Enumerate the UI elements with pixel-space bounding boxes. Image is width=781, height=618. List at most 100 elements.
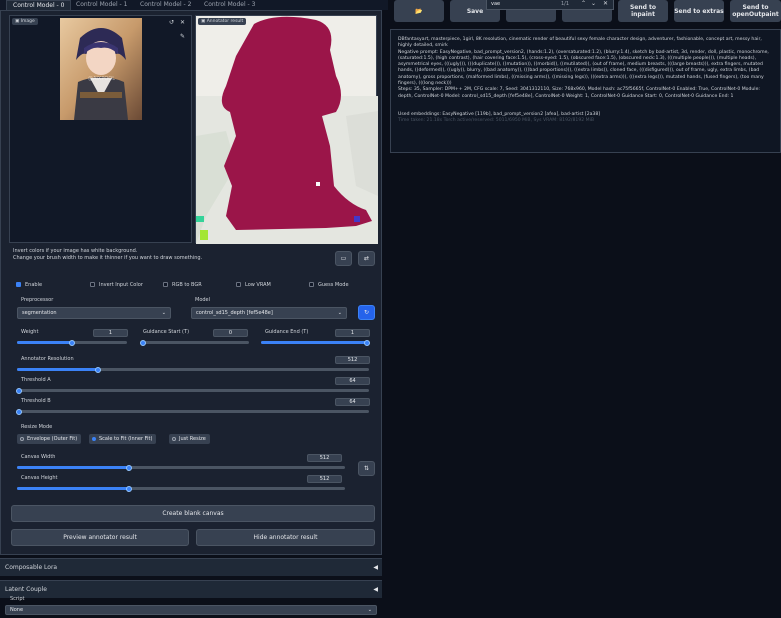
slider-handle[interactable]: [364, 339, 370, 346]
weight-input[interactable]: 1: [93, 329, 128, 337]
invert-input-label: Invert Input Color: [99, 282, 143, 288]
chevron-up-icon[interactable]: ⌃: [581, 0, 586, 7]
camera-icon[interactable]: ▭: [335, 251, 352, 266]
chevron-down-icon: ⌄: [367, 607, 372, 613]
annotator-resolution-slider[interactable]: [17, 366, 369, 373]
composable-lora-accordion[interactable]: Composable Lora ◀: [0, 558, 382, 576]
threshold-a-input[interactable]: 64: [335, 377, 370, 385]
send-to-inpaint-button[interactable]: Send to inpaint: [618, 0, 668, 22]
guidance-end-slider[interactable]: [261, 339, 370, 346]
weight-slider[interactable]: [17, 339, 127, 346]
preview-annotator-button[interactable]: Preview annotator result: [11, 529, 189, 546]
threshold-b-slider[interactable]: [16, 408, 369, 415]
guess-mode-label: Guess Mode: [318, 282, 349, 288]
refresh-models-button[interactable]: ↻: [358, 305, 375, 320]
slider-fill: [261, 341, 369, 344]
invert-input-checkbox[interactable]: [90, 282, 95, 287]
slider-handle[interactable]: [69, 339, 75, 346]
slider-fill: [17, 341, 72, 344]
create-blank-canvas-button[interactable]: Create blank canvas: [11, 505, 375, 522]
guess-mode-checkbox[interactable]: [309, 282, 314, 287]
rgb-to-bgr-label: RGB to BGR: [172, 282, 202, 288]
rgb-to-bgr-checkbox[interactable]: [163, 282, 168, 287]
guidance-start-input[interactable]: 0: [213, 329, 248, 337]
close-icon[interactable]: ✕: [603, 0, 608, 7]
radio-dot: [172, 437, 176, 441]
tab-control-model-1[interactable]: Control Model - 1: [70, 0, 133, 10]
script-label: Script: [10, 596, 25, 602]
canvas-height-label: Canvas Height: [21, 475, 58, 481]
enable-checkbox[interactable]: [16, 282, 21, 287]
canvas-width-slider[interactable]: [17, 464, 345, 471]
resize-envelope-option[interactable]: Envelope (Outer Fit): [17, 434, 82, 444]
resize-just-resize-option[interactable]: Just Resize: [169, 434, 210, 444]
tab-control-model-0[interactable]: Control Model - 0: [6, 0, 72, 10]
low-vram-checkbox[interactable]: [236, 282, 241, 287]
collapse-triangle-icon: ◀: [373, 586, 378, 593]
resize-scale-to-fit-option[interactable]: Scale to Fit (Inner Fit): [89, 434, 157, 444]
input-character-image: [60, 18, 142, 120]
threshold-b-label: Threshold B: [21, 398, 51, 404]
slider-handle[interactable]: [140, 339, 146, 346]
slider-handle[interactable]: [94, 366, 101, 373]
canvas-height-input[interactable]: 512: [307, 475, 342, 483]
undo-icon[interactable]: ↺: [169, 19, 174, 26]
slider-handle[interactable]: [16, 408, 22, 415]
slider-handle[interactable]: [16, 387, 22, 394]
guidance-start-slider[interactable]: [140, 339, 249, 346]
send-to-openoutpaint-button[interactable]: Send to openOutpaint: [730, 0, 781, 22]
control-model-tabbar: Control Model - 0 Control Model - 1 Cont…: [0, 0, 388, 10]
swap-icon: ⇅: [363, 465, 370, 472]
guidance-end-input[interactable]: 1: [335, 329, 370, 337]
find-input[interactable]: vae: [491, 1, 500, 7]
slider-handle[interactable]: [125, 485, 132, 492]
find-bar: vae 1/1 ⌃ ⌄ ✕: [486, 0, 614, 10]
preprocessor-label: Preprocessor: [21, 297, 54, 303]
latent-couple-accordion[interactable]: Latent Couple ◀: [0, 580, 382, 598]
hint-brush: Change your brush width to make it thinn…: [13, 255, 203, 261]
checkbox-row: Enable Invert Input Color RGB to BGR Low…: [1, 281, 381, 291]
collapse-triangle-icon: ◀: [373, 564, 378, 571]
send-to-extras-button[interactable]: Send to extras: [674, 0, 724, 22]
threshold-a-slider[interactable]: [16, 387, 369, 394]
close-icon[interactable]: ✕: [180, 19, 185, 26]
annotator-resolution-input[interactable]: 512: [335, 356, 370, 364]
model-label: Model: [195, 297, 211, 303]
slider-fill: [17, 487, 129, 490]
find-count: 1/1: [561, 1, 570, 7]
resize-mode-label: Resize Mode: [21, 424, 53, 430]
slider-fill: [17, 368, 98, 371]
watermark-text: @AIXPOOL: [88, 76, 115, 82]
info-time-taken: Time taken: 21.18s Torch active/reserved…: [398, 118, 595, 124]
radio-dot-selected: [92, 437, 96, 441]
enable-label: Enable: [25, 282, 43, 288]
open-folder-button[interactable]: 📂: [394, 0, 444, 22]
info-prompt: DBfantasyart, masterpiece, 1girl, 8K res…: [398, 37, 762, 49]
generation-info: DBfantasyart, masterpiece, 1girl, 8K res…: [390, 29, 781, 153]
hide-annotator-button[interactable]: Hide annotator result: [196, 529, 375, 546]
annotator-result-box: ▣ Annotator result: [195, 15, 378, 244]
guidance-end-label: Guidance End (T): [265, 329, 309, 335]
chevron-down-icon[interactable]: ⌄: [591, 0, 596, 7]
canvas-width-label: Canvas Width: [21, 454, 56, 460]
chevron-down-icon: ⌄: [337, 310, 342, 316]
folder-icon: 📂: [415, 7, 423, 15]
preprocessor-select[interactable]: segmentation ⌄: [17, 307, 171, 319]
swap-icon[interactable]: ⇄: [358, 251, 375, 266]
script-select[interactable]: None ⌄: [5, 605, 377, 615]
swap-dimensions-button[interactable]: ⇅: [358, 461, 375, 476]
tab-control-model-3[interactable]: Control Model - 3: [198, 0, 261, 10]
low-vram-label: Low VRAM: [245, 282, 271, 288]
model-select[interactable]: control_sd15_depth [fef5e48e] ⌄: [191, 307, 347, 319]
tab-control-model-2[interactable]: Control Model - 2: [134, 0, 197, 10]
canvas-height-slider[interactable]: [17, 485, 345, 492]
image-label: ▣ Image: [12, 18, 38, 25]
weight-label: Weight: [21, 329, 39, 335]
brush-icon[interactable]: ✎: [180, 33, 185, 40]
slider-handle[interactable]: [125, 464, 132, 471]
canvas-width-input[interactable]: 512: [307, 454, 342, 462]
threshold-b-input[interactable]: 64: [335, 398, 370, 406]
controlnet-panel: ▣ Image ↺ ✕ ✎ @AIXPOOL ▣ Annotator resul…: [0, 10, 382, 555]
hint-invert: Invert colors if your image has white ba…: [13, 248, 138, 254]
image-input-box[interactable]: ▣ Image ↺ ✕ ✎ @AIXPOOL: [9, 15, 192, 243]
